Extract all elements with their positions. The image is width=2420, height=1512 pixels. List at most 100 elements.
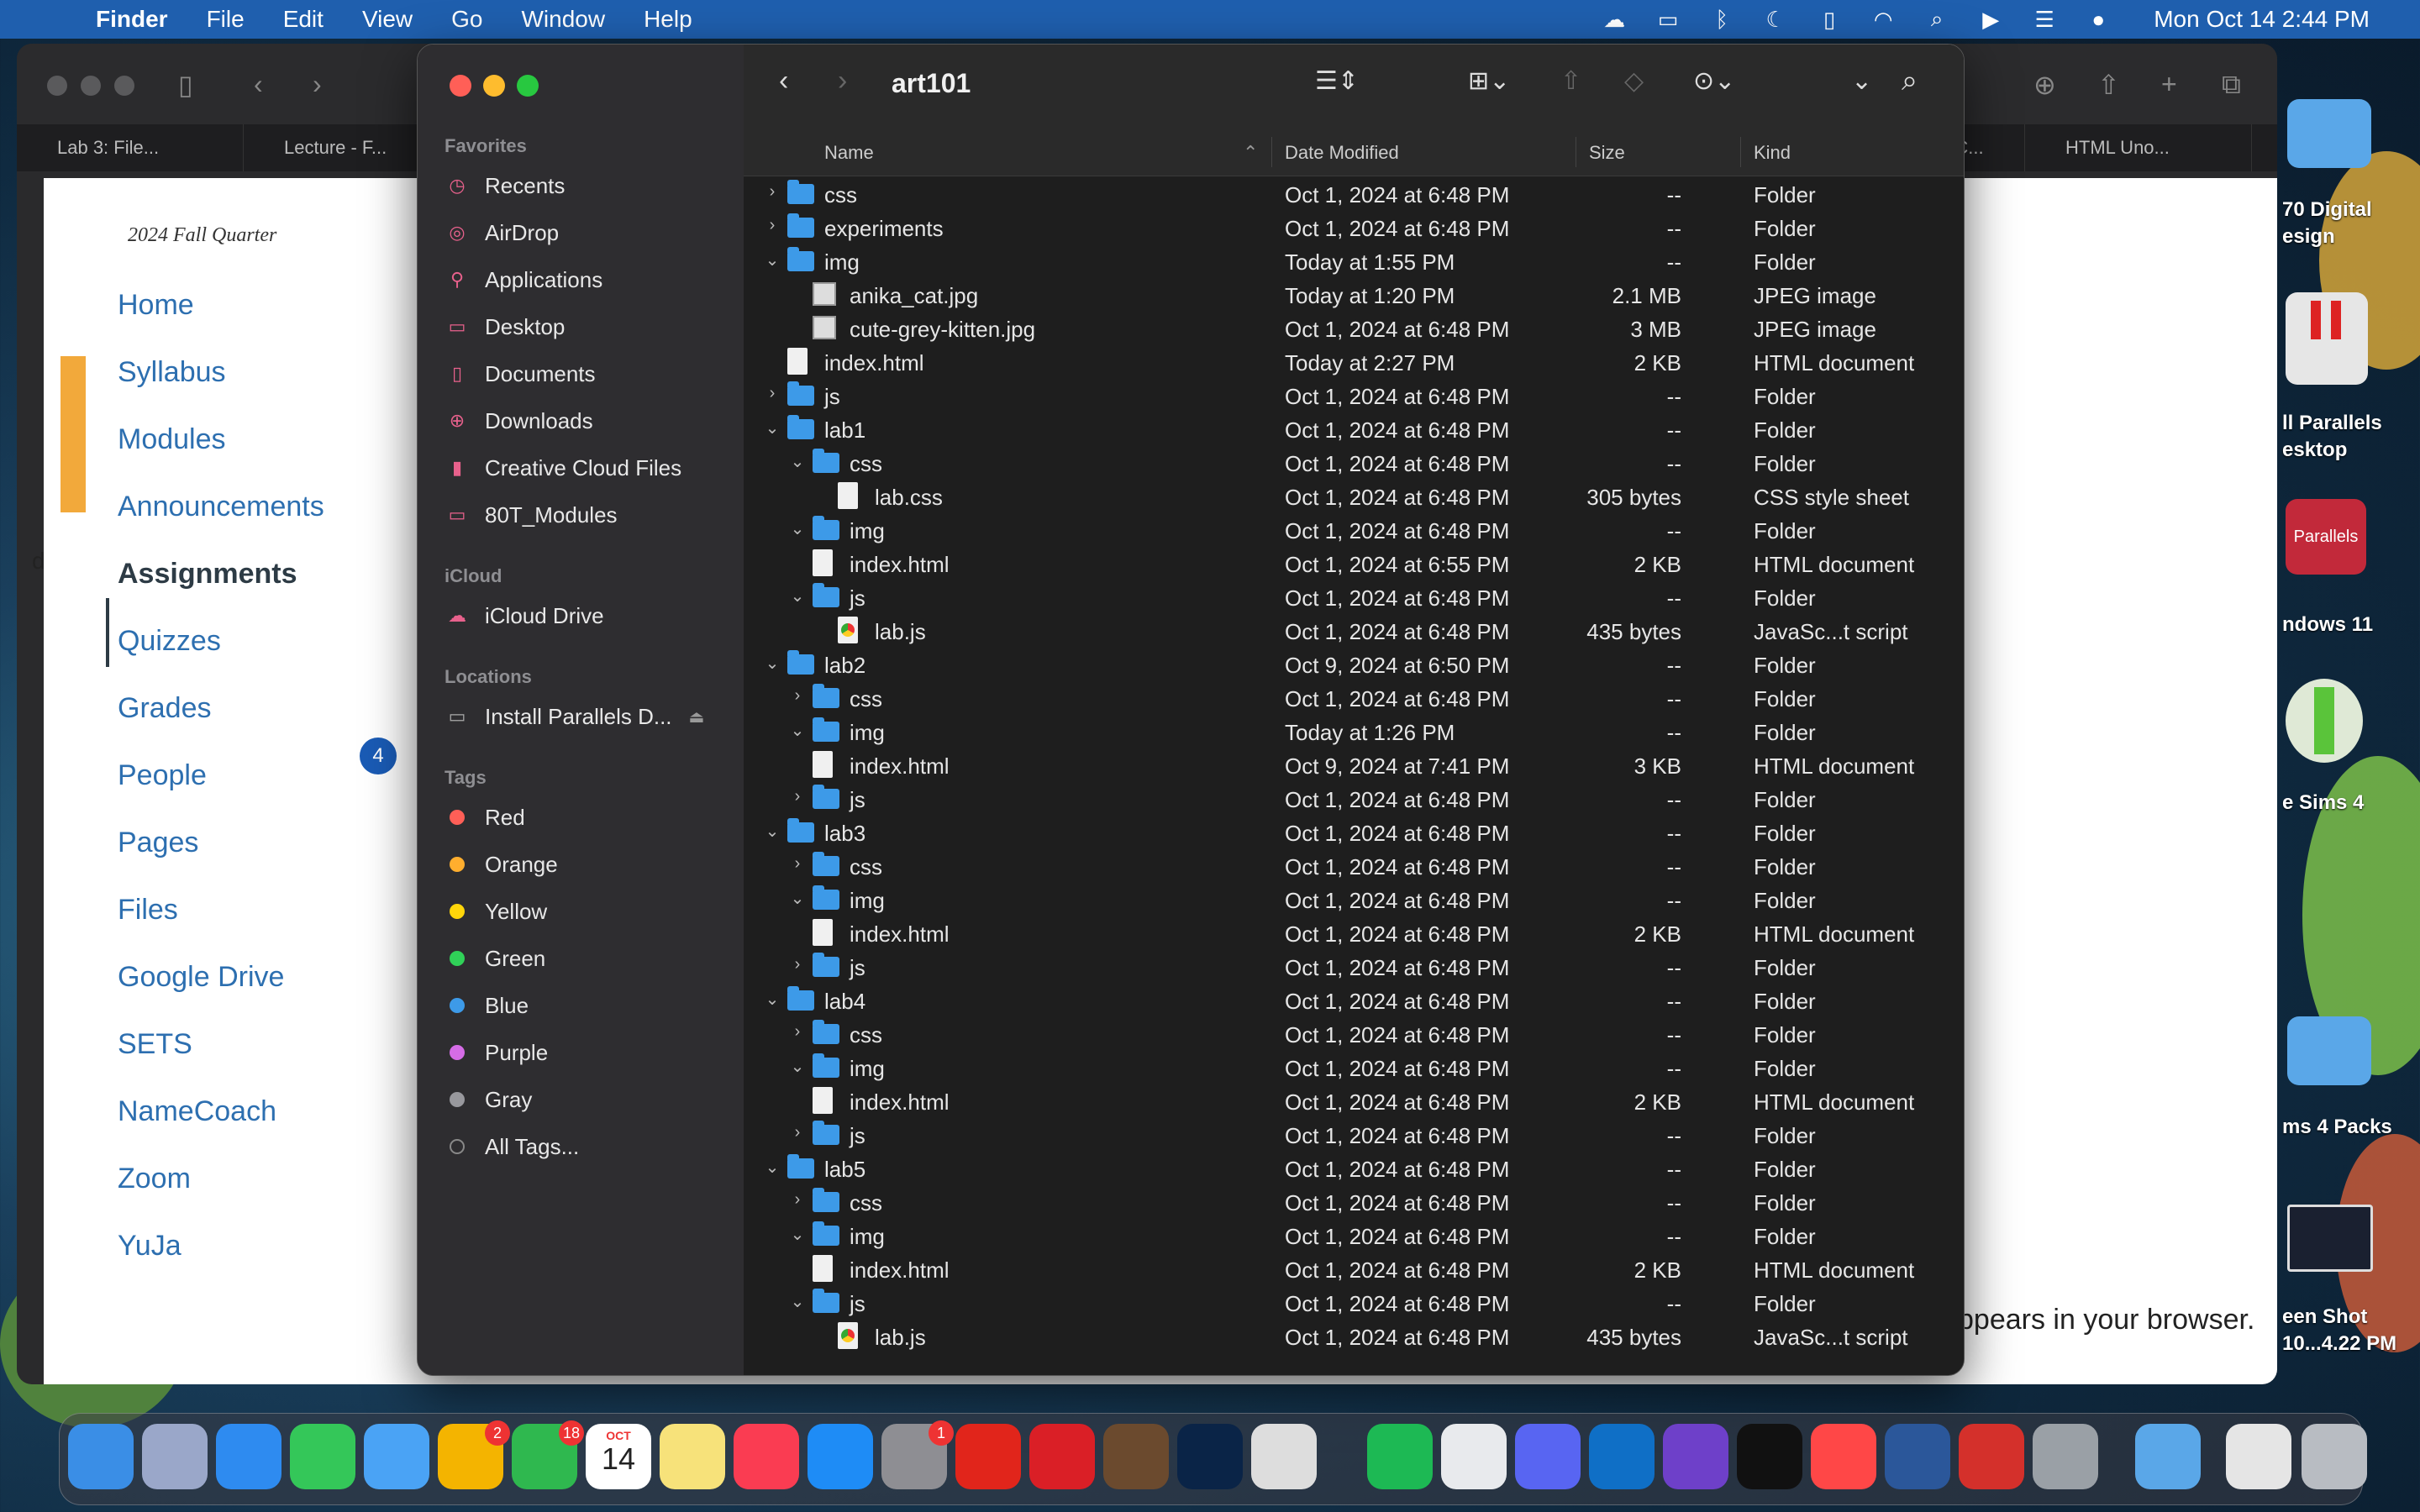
sidebar-item-creative-cloud[interactable]: ▮ Creative Cloud Files: [445, 449, 681, 486]
file-row[interactable]: ⌄ img Oct 1, 2024 at 6:48 PM -- Folder: [744, 513, 1937, 547]
siri-icon[interactable]: ●: [2083, 7, 2113, 33]
safari-icon[interactable]: [216, 1424, 281, 1489]
facetime-icon[interactable]: 18: [512, 1420, 584, 1489]
launchpad-icon[interactable]: [142, 1424, 208, 1489]
system-settings-icon[interactable]: 1: [881, 1420, 954, 1489]
column-name[interactable]: Name: [824, 142, 874, 164]
screenshot-thumbnail-icon[interactable]: [2287, 1205, 2373, 1272]
search-icon[interactable]: ⌕: [1922, 6, 1952, 33]
menu-view[interactable]: View: [362, 6, 413, 33]
course-nav-home[interactable]: Home: [118, 289, 194, 322]
file-row[interactable]: ⌄ lab4 Oct 1, 2024 at 6:48 PM -- Folder: [744, 984, 1937, 1017]
course-nav-assignments[interactable]: Assignments: [118, 558, 297, 591]
file-row[interactable]: › css Oct 1, 2024 at 6:48 PM -- Folder: [744, 1185, 1937, 1219]
sidebar-tag-yellow[interactable]: Yellow: [445, 893, 547, 930]
photoshop-icon[interactable]: [1177, 1424, 1243, 1489]
file-row[interactable]: ⌄ js Oct 1, 2024 at 6:48 PM -- Folder: [744, 580, 1937, 614]
file-row[interactable]: index.html Oct 1, 2024 at 6:48 PM 2 KB HTML…: [744, 1084, 1937, 1118]
menu-edit[interactable]: Edit: [283, 6, 324, 33]
file-row[interactable]: lab.js Oct 1, 2024 at 6:48 PM 435 bytes Jav…: [744, 614, 1937, 648]
course-nav-announcements[interactable]: Announcements: [118, 491, 324, 523]
sidebar-item-80t-modules[interactable]: ▭ 80T_Modules: [445, 496, 618, 533]
close-button[interactable]: [450, 75, 471, 97]
course-nav-namecoach[interactable]: NameCoach: [118, 1095, 276, 1128]
file-row[interactable]: index.html Oct 9, 2024 at 7:41 PM 3 KB HTML…: [744, 748, 1937, 782]
browser-forward-icon[interactable]: ›: [313, 69, 322, 100]
disclosure-expanded-icon[interactable]: ⌄: [764, 417, 781, 438]
browser-back-icon[interactable]: ‹: [254, 69, 263, 100]
disclosure-collapsed-icon[interactable]: ›: [789, 1123, 806, 1142]
disclosure-collapsed-icon[interactable]: ›: [789, 854, 806, 874]
file-row[interactable]: lab.css Oct 1, 2024 at 6:48 PM 305 bytes CS…: [744, 480, 1937, 513]
sidebar-tag-green[interactable]: Green: [445, 940, 545, 977]
file-row[interactable]: › js Oct 1, 2024 at 6:48 PM -- Folder: [744, 1118, 1937, 1152]
disclosure-collapsed-icon[interactable]: ›: [789, 1190, 806, 1210]
acrobat-icon[interactable]: [1959, 1424, 2024, 1489]
desktop-label-sims-packs[interactable]: ms 4 Packs: [2282, 1114, 2392, 1141]
file-row[interactable]: ⌄ js Oct 1, 2024 at 6:48 PM -- Folder: [744, 1286, 1937, 1320]
document-stack-icon[interactable]: [2226, 1424, 2291, 1489]
share-icon[interactable]: ⇧: [1560, 66, 1581, 96]
sidebar-item-install-parallels[interactable]: ▭ Install Parallels D... ⏏: [445, 698, 705, 735]
sidebar-tag-red[interactable]: Red: [445, 799, 525, 836]
course-nav-zoom[interactable]: Zoom: [118, 1163, 191, 1195]
creative-cloud-icon[interactable]: ☁: [1599, 7, 1629, 33]
file-row[interactable]: index.html Oct 1, 2024 at 6:48 PM 2 KB HTML…: [744, 1252, 1937, 1286]
file-row[interactable]: › css Oct 1, 2024 at 6:48 PM -- Folder: [744, 681, 1937, 715]
preview-icon[interactable]: [2033, 1424, 2098, 1489]
sidebar-all-tags[interactable]: All Tags...: [445, 1128, 579, 1165]
disclosure-collapsed-icon[interactable]: ›: [789, 1022, 806, 1042]
disclosure-collapsed-icon[interactable]: ›: [764, 384, 781, 403]
group-icon[interactable]: ⊞⌄: [1468, 66, 1510, 96]
notes-icon[interactable]: [660, 1424, 725, 1489]
moon-icon[interactable]: ☾: [1760, 7, 1791, 33]
file-row[interactable]: lab.js Oct 1, 2024 at 6:48 PM 435 bytes Jav…: [744, 1320, 1937, 1353]
disclosure-expanded-icon[interactable]: ⌄: [789, 451, 806, 472]
calendar-icon[interactable]: OCT 14: [586, 1424, 651, 1489]
disclosure-expanded-icon[interactable]: ⌄: [764, 1157, 781, 1178]
disclosure-expanded-icon[interactable]: ⌄: [764, 821, 781, 842]
desktop-folder-icon[interactable]: [2287, 99, 2371, 168]
desktop-label-parallels[interactable]: ll Parallels esktop: [2282, 410, 2382, 464]
course-nav-pages[interactable]: Pages: [118, 827, 198, 859]
menu-go[interactable]: Go: [451, 6, 482, 33]
zoom-button[interactable]: [517, 75, 539, 97]
tag-icon[interactable]: ◇: [1624, 66, 1644, 96]
course-nav-grades[interactable]: Grades: [118, 692, 212, 725]
trash-icon[interactable]: [2302, 1424, 2367, 1489]
forward-icon[interactable]: ›: [838, 65, 847, 97]
file-row[interactable]: › css Oct 1, 2024 at 6:48 PM -- Folder: [744, 1017, 1937, 1051]
disclosure-expanded-icon[interactable]: ⌄: [764, 989, 781, 1010]
control-center-icon[interactable]: ☰: [2029, 7, 2060, 33]
sidebar-item-icloud-drive[interactable]: ☁ iCloud Drive: [445, 597, 604, 634]
file-row[interactable]: ⌄ css Oct 1, 2024 at 6:48 PM -- Folder: [744, 446, 1937, 480]
ea-icon[interactable]: [1811, 1424, 1876, 1489]
scratch-icon[interactable]: [955, 1424, 1021, 1489]
tab-overview-icon[interactable]: ⧉: [2222, 69, 2241, 101]
disclosure-expanded-icon[interactable]: ⌄: [789, 888, 806, 909]
file-row[interactable]: › js Oct 1, 2024 at 6:48 PM -- Folder: [744, 950, 1937, 984]
windows-11-vm-icon[interactable]: Parallels: [2286, 499, 2366, 575]
file-row[interactable]: cute-grey-kitten.jpg Oct 1, 2024 at 6:48 …: [744, 312, 1937, 345]
list-view-icon[interactable]: ☰⇕: [1315, 66, 1359, 96]
disclosure-collapsed-icon[interactable]: ›: [789, 787, 806, 806]
file-row[interactable]: › js Oct 1, 2024 at 6:48 PM -- Folder: [744, 379, 1937, 412]
browser-tab[interactable]: HTML Uno...: [2025, 124, 2252, 171]
creative-cloud-icon[interactable]: [1029, 1424, 1095, 1489]
search-icon[interactable]: ⌕: [1902, 65, 1918, 97]
battery-icon[interactable]: ▯: [1814, 7, 1844, 33]
browser-minimize-button[interactable]: [81, 76, 101, 96]
desktop-folder-icon[interactable]: [2287, 1016, 2371, 1085]
column-kind[interactable]: Kind: [1754, 142, 1791, 164]
file-row[interactable]: ⌄ lab3 Oct 1, 2024 at 6:48 PM -- Folder: [744, 816, 1937, 849]
file-row[interactable]: anika_cat.jpg Today at 1:20 PM 2.1 MB JPEG …: [744, 278, 1937, 312]
minecraft-icon[interactable]: [1103, 1424, 1169, 1489]
minimize-button[interactable]: [483, 75, 505, 97]
play-icon[interactable]: ▶: [1975, 7, 2006, 33]
column-divider[interactable]: [1271, 137, 1272, 167]
eject-icon[interactable]: ⏏: [689, 706, 705, 727]
desktop-label-sims[interactable]: e Sims 4: [2282, 790, 2364, 816]
sidebar-tag-orange[interactable]: Orange: [445, 846, 558, 883]
capcut-icon[interactable]: [1737, 1424, 1802, 1489]
column-divider[interactable]: [1740, 137, 1741, 167]
